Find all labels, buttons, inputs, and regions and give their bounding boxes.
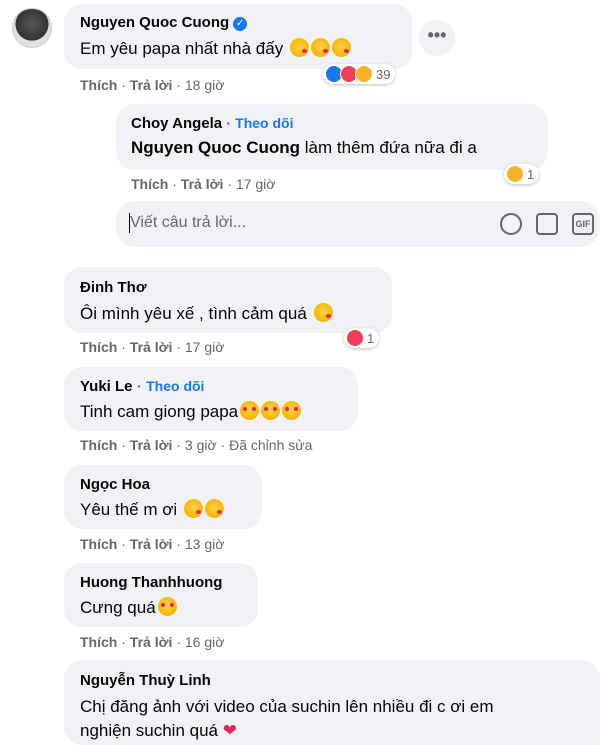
timestamp[interactable]: 18 giờ (185, 77, 225, 93)
love-emoji-icon (261, 401, 281, 420)
comment-author[interactable]: Choy Angela (131, 115, 222, 132)
like-button[interactable]: Thích (80, 339, 117, 355)
comment-author[interactable]: Nguyen Quoc Cuong (80, 14, 229, 31)
camera-icon[interactable] (536, 213, 558, 235)
kiss-emoji-icon (183, 499, 203, 518)
kiss-emoji-icon (289, 38, 309, 57)
follow-link[interactable]: Theo dõi (235, 115, 293, 131)
kiss-emoji-icon (204, 499, 224, 518)
separator: · (136, 378, 142, 394)
separator: · (227, 176, 232, 192)
separator: · (176, 437, 181, 453)
comment-bubble: Đinh Thơ Ôi mình yêu xế , tình cảm quá (64, 267, 392, 333)
reply-placeholder: Viết câu trả lời... (130, 214, 247, 231)
separator: · (176, 634, 181, 650)
comment-text: Tinh cam giong papa (80, 402, 239, 421)
heart-emoji-icon: ❤ (222, 721, 237, 740)
comment-bubble: Huong Thanhhuong Cưng quá (64, 563, 258, 627)
kiss-emoji-icon (310, 38, 330, 57)
reply-input[interactable]: Viết câu trả lời... GIF (116, 201, 600, 247)
kiss-emoji-icon (313, 303, 333, 322)
timestamp[interactable]: 13 giờ (185, 536, 225, 552)
gif-icon[interactable]: GIF (572, 213, 594, 235)
reply-button[interactable]: Trả lời (130, 634, 173, 650)
comment-bubble: Nguyễn Thuỳ Linh Chị đăng ảnh với video … (64, 660, 600, 745)
like-button[interactable]: Thích (80, 634, 117, 650)
comment-author[interactable]: Yuki Le (80, 378, 133, 395)
kiss-emoji-icon (331, 38, 351, 57)
follow-link[interactable]: Theo dõi (146, 378, 204, 394)
comment-bubble: Nguyen Quoc Cuong ✓ Em yêu papa nhất nhà … (64, 4, 412, 69)
timestamp[interactable]: 3 giờ (185, 437, 217, 453)
reaction-count: 39 (376, 66, 391, 82)
heart-eyes-emoji-icon (157, 597, 177, 616)
comment-author[interactable]: Nguyễn Thuỳ Linh (80, 672, 211, 689)
comment-author[interactable]: Đinh Thơ (80, 279, 146, 296)
haha-reaction-icon (355, 65, 373, 83)
reply-button[interactable]: Trả lời (130, 437, 173, 453)
like-button[interactable]: Thích (80, 536, 117, 552)
mention-link[interactable]: Nguyen Quoc Cuong (131, 138, 300, 157)
comment-bubble: Ngọc Hoa Yêu thế m ơi (64, 465, 262, 529)
separator: · (176, 77, 181, 93)
separator: · (121, 339, 126, 355)
reaction-summary[interactable]: 1 (504, 164, 540, 184)
reply-button[interactable]: Trả lời (130, 77, 173, 93)
comment-bubble: Yuki Le · Theo dõi Tinh cam giong papa (64, 367, 358, 431)
timestamp[interactable]: 17 giờ (236, 176, 276, 192)
reply-button[interactable]: Trả lời (130, 339, 173, 355)
like-button[interactable]: Thích (80, 77, 117, 93)
separator: · (176, 339, 181, 355)
separator: · (121, 536, 126, 552)
comment-text: nghiện suchin quá (80, 721, 219, 740)
like-button[interactable]: Thích (80, 437, 117, 453)
love-emoji-icon (240, 401, 260, 420)
verified-badge-icon: ✓ (233, 17, 248, 31)
edited-label: Đã chỉnh sửa (229, 437, 313, 453)
haha-reaction-icon (506, 165, 524, 183)
comment-author[interactable]: Huong Thanhhuong (80, 574, 222, 591)
reaction-count: 1 (527, 166, 535, 182)
comment-text: Chị đăng ảnh với video của suchin lên nh… (80, 697, 494, 716)
separator: · (220, 437, 226, 453)
reply-button[interactable]: Trả lời (181, 176, 224, 192)
separator: · (121, 437, 126, 453)
separator: · (226, 115, 231, 131)
avatar[interactable] (12, 8, 52, 48)
timestamp[interactable]: 17 giờ (185, 339, 225, 355)
separator: · (121, 77, 126, 93)
more-options-icon[interactable]: ••• (419, 20, 455, 56)
comment-text: Em yêu papa nhất nhà đấy (80, 39, 284, 58)
reaction-summary[interactable]: 1 (344, 328, 380, 348)
like-button[interactable]: Thích (131, 176, 168, 192)
reply-bubble: Choy Angela · Theo dõi Nguyen Quoc Cuong… (116, 104, 548, 170)
comment-author[interactable]: Ngọc Hoa (80, 476, 150, 493)
separator: · (121, 634, 126, 650)
love-emoji-icon (282, 401, 302, 420)
emoji-icon[interactable] (500, 213, 522, 235)
comment-text: Yêu thế m ơi (80, 500, 178, 519)
comment-text: Ôi mình yêu xế , tình cảm quá (80, 304, 307, 323)
comment-text: làm thêm đứa nữa đi a (300, 138, 477, 157)
love-reaction-icon (346, 329, 364, 347)
separator: · (172, 176, 177, 192)
reaction-count: 1 (367, 330, 375, 346)
reply-button[interactable]: Trả lời (130, 536, 173, 552)
separator: · (176, 536, 181, 552)
reaction-summary[interactable]: 39 (323, 64, 396, 84)
timestamp[interactable]: 16 giờ (185, 634, 225, 650)
comment-text: Cưng quá (80, 598, 156, 617)
